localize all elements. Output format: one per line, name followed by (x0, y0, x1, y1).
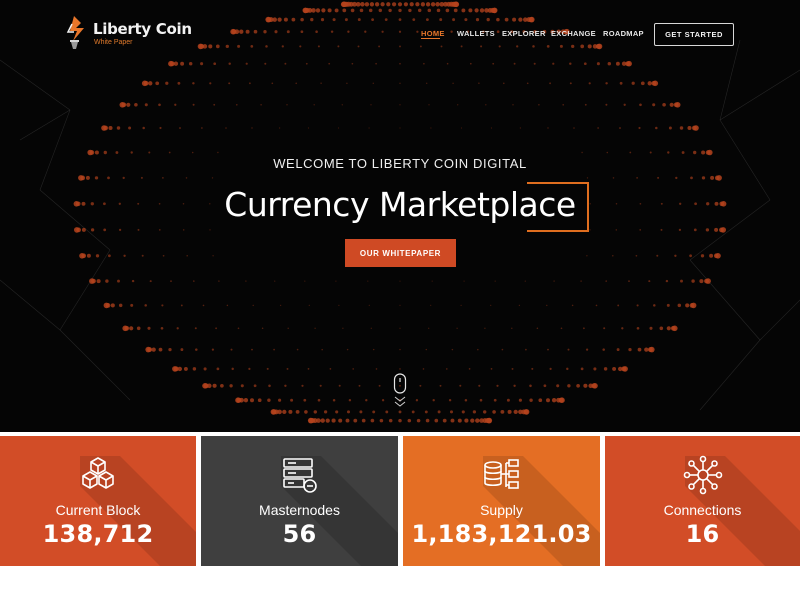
network-hub-icon (683, 455, 723, 495)
nav-home-label: HOME (421, 29, 445, 38)
stat-label: Masternodes (259, 502, 340, 518)
hero-section: Liberty Coin White Paper HOME WALLETS EX… (0, 0, 800, 432)
stat-value: 16 (685, 520, 720, 548)
stat-card-current-block: Current Block 138,712 (0, 436, 196, 566)
nav-wallets[interactable]: WALLETS (457, 29, 495, 38)
logo-subtitle: White Paper (94, 39, 133, 46)
stat-value: 138,712 (42, 520, 154, 548)
logo-title: Liberty Coin (93, 20, 192, 38)
database-tree-icon (484, 459, 519, 489)
nav-explorer[interactable]: EXPLORER (502, 29, 546, 38)
hero-headline: Currency Marketplace (224, 185, 576, 224)
stat-card-masternodes: Masternodes 56 (201, 436, 398, 566)
stat-card-supply: Supply 1,183,121.03 (403, 436, 600, 566)
stat-value: 56 (282, 520, 317, 548)
server-remove-icon (283, 458, 317, 493)
stat-label: Connections (663, 502, 742, 518)
mouse-scroll-icon[interactable] (391, 373, 409, 409)
get-started-button[interactable]: GET STARTED (654, 23, 734, 46)
stats-row: Current Block 138,712 Masternodes 56 Sup… (0, 436, 800, 566)
headline-accent-frame (527, 182, 589, 232)
stat-label: Current Block (55, 502, 141, 518)
whitepaper-button[interactable]: OUR WHITEPAPER (345, 239, 456, 267)
nav-active-underline (421, 38, 440, 39)
liberty-torch-icon (66, 16, 84, 49)
nav-exchange[interactable]: EXCHANGE (551, 29, 596, 38)
nav-roadmap[interactable]: ROADMAP (603, 29, 644, 38)
stat-value: 1,183,121.03 (411, 520, 592, 548)
stat-card-connections: Connections 16 (605, 436, 800, 566)
logo[interactable]: Liberty Coin White Paper (66, 14, 192, 54)
hero-welcome: WELCOME TO LIBERTY COIN DIGITAL (273, 156, 527, 171)
stat-label: Supply (480, 502, 523, 518)
cubes-icon (82, 457, 114, 489)
nav-home[interactable]: HOME (421, 29, 445, 39)
